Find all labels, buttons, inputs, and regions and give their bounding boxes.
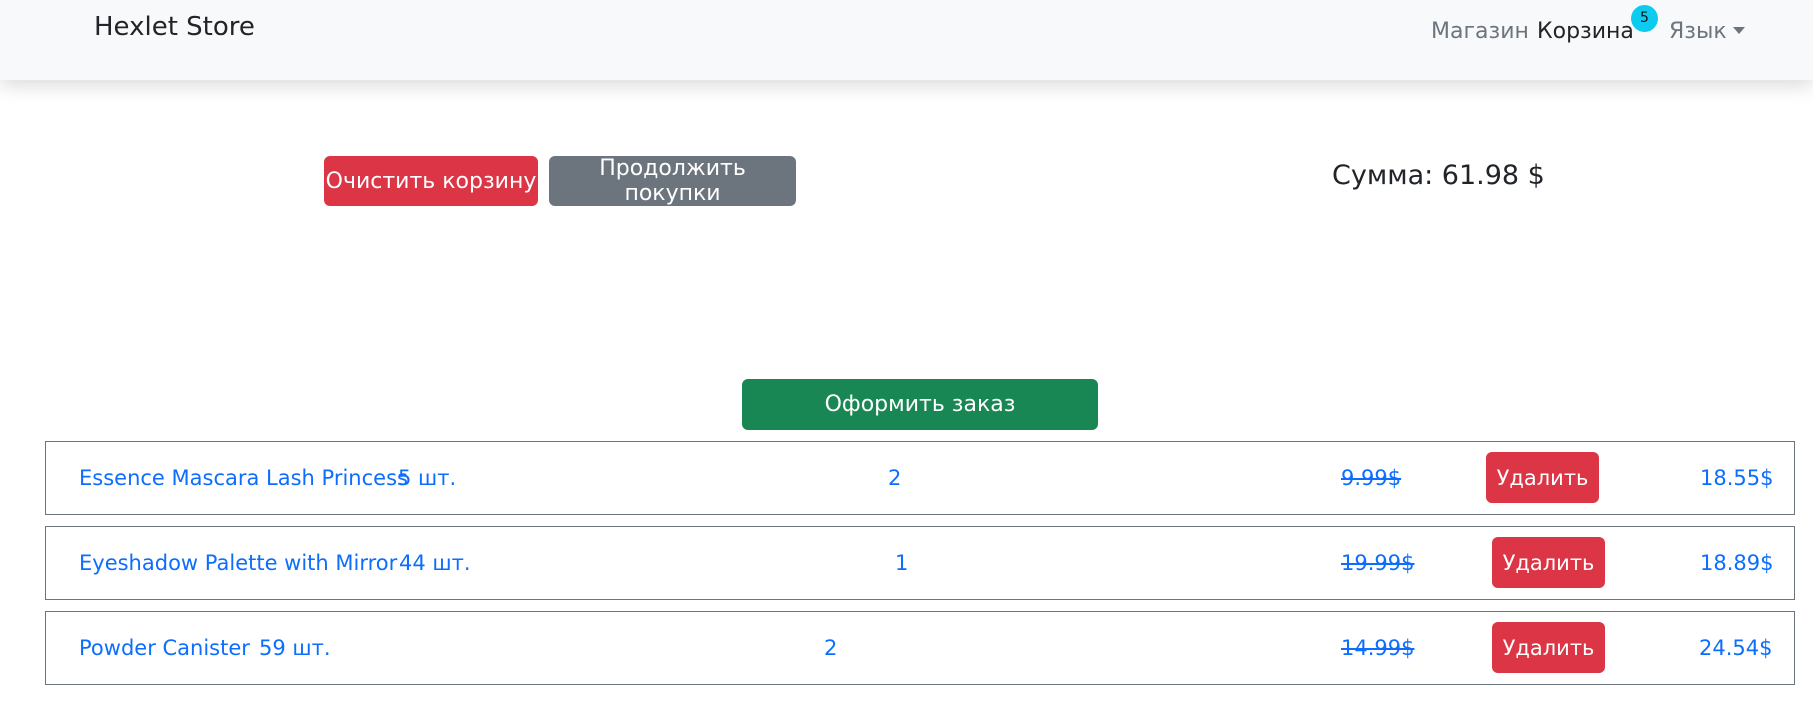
product-quantity: 1 (895, 551, 909, 575)
product-sum: 24.54$ (1699, 636, 1773, 660)
product-stock: 44 шт. (399, 551, 471, 575)
product-sum: 18.89$ (1700, 551, 1774, 575)
cart-total: Сумма: 61.98 $ (1332, 160, 1545, 191)
continue-shopping-button[interactable]: Продолжить покупки (549, 156, 796, 206)
product-name-link[interactable]: Powder Canister (79, 612, 250, 684)
product-stock: 59 шт. (259, 636, 331, 660)
brand-logo[interactable]: Hexlet Store (94, 12, 255, 42)
cart-item-row: Essence Mascara Lash Princess 5 шт. 2 9.… (45, 441, 1795, 515)
language-dropdown[interactable]: Язык (1669, 19, 1745, 44)
cart-item-row: Eyeshadow Palette with Mirror 44 шт. 1 1… (45, 526, 1795, 600)
cart-item-row: Powder Canister 59 шт. 2 14.99$ Удалить … (45, 611, 1795, 685)
delete-item-button[interactable]: Удалить (1492, 622, 1605, 673)
product-old-price: 19.99$ (1341, 551, 1415, 575)
language-label: Язык (1669, 19, 1727, 44)
clear-cart-button[interactable]: Очистить корзину (324, 156, 538, 206)
product-sum: 18.55$ (1700, 466, 1774, 490)
checkout-button[interactable]: Оформить заказ (742, 379, 1098, 430)
cart-count-badge: 5 (1631, 5, 1658, 32)
delete-item-button[interactable]: Удалить (1492, 537, 1605, 588)
caret-down-icon (1732, 26, 1745, 34)
product-name-link[interactable]: Essence Mascara Lash Princess (79, 442, 408, 514)
product-name-link[interactable]: Eyeshadow Palette with Mirror (79, 527, 397, 599)
navbar: Hexlet Store Магазин Корзина 5 Язык (0, 0, 1813, 80)
product-quantity: 2 (888, 466, 902, 490)
nav-link-cart[interactable]: Корзина (1537, 19, 1634, 44)
product-old-price: 9.99$ (1341, 466, 1402, 490)
nav-link-shop[interactable]: Магазин (1431, 19, 1529, 44)
delete-item-button[interactable]: Удалить (1486, 452, 1599, 503)
product-stock: 5 шт. (398, 466, 457, 490)
product-quantity: 2 (824, 636, 838, 660)
product-old-price: 14.99$ (1341, 636, 1415, 660)
